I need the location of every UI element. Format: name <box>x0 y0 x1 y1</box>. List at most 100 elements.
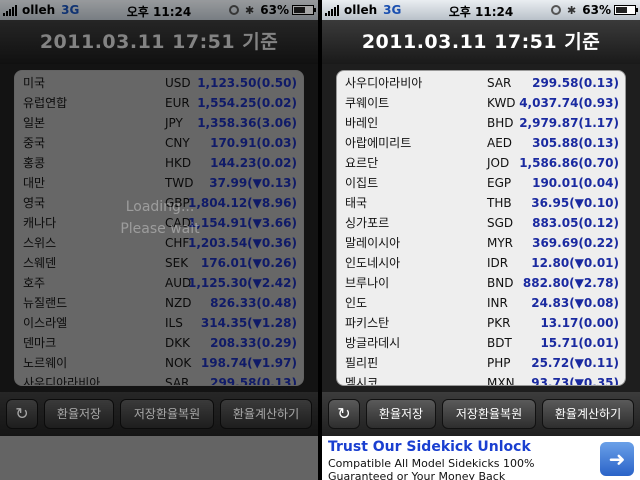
exchange-rate: 314.35(▼1.28) <box>200 316 297 330</box>
save-rate-button[interactable]: 환율저장 <box>366 399 436 429</box>
country-name: 바레인 <box>345 116 379 130</box>
rate-row[interactable]: 미국 USD 1,123.50(0.50) <box>15 73 303 93</box>
rate-row[interactable]: 요르단 JOD 1,586.86(0.70) <box>337 153 625 173</box>
rate-row[interactable]: 말레이시아 MYR 369.69(0.22) <box>337 233 625 253</box>
exchange-rate: 1,123.50(0.50) <box>197 76 297 90</box>
page-title: 2011.03.11 17:51 기준 <box>322 20 640 64</box>
refresh-button[interactable]: ↻ <box>328 399 360 429</box>
rate-row[interactable]: 파키스탄 PKR 13.17(0.00) <box>337 313 625 333</box>
rate-row[interactable]: 아랍에미리트 AED 305.88(0.13) <box>337 133 625 153</box>
exchange-rate: 882.80(▼2.78) <box>522 276 619 290</box>
exchange-rate: 299.58(0.13) <box>532 76 619 90</box>
currency-code: IDR <box>487 256 509 270</box>
currency-code: AED <box>487 136 513 150</box>
currency-code: BDT <box>487 336 512 350</box>
currency-code: SAR <box>487 76 512 90</box>
rate-list[interactable]: 사우디아라비아 SAR 299.58(0.13) 쿠웨이트 KWD 4,037.74(0.… <box>336 70 626 386</box>
rate-row[interactable]: 덴마크 DKK 208.33(0.29) <box>15 333 303 353</box>
calculate-rate-button[interactable]: 환율계산하기 <box>542 399 634 429</box>
country-name: 미국 <box>23 76 46 90</box>
battery-icon <box>614 5 638 15</box>
ad-open-button[interactable]: ➜ <box>600 442 634 476</box>
country-name: 태국 <box>345 196 368 210</box>
battery-fill <box>294 7 305 13</box>
country-name: 대만 <box>23 176 46 190</box>
country-name: 스위스 <box>23 236 57 250</box>
exchange-rate: 13.17(0.00) <box>540 316 619 330</box>
exchange-rate: 12.80(▼0.01) <box>531 256 619 270</box>
ad-placeholder <box>0 436 318 480</box>
calculate-rate-button[interactable]: 환율계산하기 <box>220 399 312 429</box>
rate-row[interactable]: 일본 JPY 1,358.36(3.06) <box>15 113 303 133</box>
country-name: 뉴질랜드 <box>23 296 68 310</box>
rate-row[interactable]: 중국 CNY 170.91(0.03) <box>15 133 303 153</box>
currency-code: JPY <box>165 116 183 130</box>
currency-code: INR <box>487 296 508 310</box>
exchange-rate: 15.71(0.01) <box>540 336 619 350</box>
country-name: 노르웨이 <box>23 356 68 370</box>
country-name: 중국 <box>23 136 46 150</box>
rate-row[interactable]: 홍콩 HKD 144.23(0.02) <box>15 153 303 173</box>
country-name: 이스라엘 <box>23 316 68 330</box>
rate-row[interactable]: 이집트 EGP 190.01(0.04) <box>337 173 625 193</box>
bluetooth-icon: ✱ <box>245 3 255 17</box>
rate-row[interactable]: 사우디아라비아 SAR 299.58(0.13) <box>15 373 303 386</box>
rate-row[interactable]: 대만 TWD 37.99(▼0.13) <box>15 173 303 193</box>
rate-row[interactable]: 쿠웨이트 KWD 4,037.74(0.93) <box>337 93 625 113</box>
rotation-lock-icon <box>551 5 562 15</box>
rate-row[interactable]: 사우디아라비아 SAR 299.58(0.13) <box>337 73 625 93</box>
rate-row[interactable]: 유럽연합 EUR 1,554.25(0.02) <box>15 93 303 113</box>
exchange-rate: 93.73(▼0.35) <box>531 376 619 386</box>
rate-row[interactable]: 싱가포르 SGD 883.05(0.12) <box>337 213 625 233</box>
exchange-rate: 25.72(▼0.11) <box>531 356 619 370</box>
currency-code: PKR <box>487 316 511 330</box>
currency-code: ILS <box>165 316 183 330</box>
rate-row[interactable]: 호주 AUD 1,125.30(▼2.42) <box>15 273 303 293</box>
country-name: 캐나다 <box>23 216 57 230</box>
currency-code: CNY <box>165 136 190 150</box>
restore-rate-button[interactable]: 저장환율복원 <box>442 399 536 429</box>
exchange-rate: 2,979.87(1.17) <box>519 116 619 130</box>
rate-row[interactable]: 인도네시아 IDR 12.80(▼0.01) <box>337 253 625 273</box>
country-name: 영국 <box>23 196 46 210</box>
currency-code: PHP <box>487 356 511 370</box>
refresh-icon: ↻ <box>337 404 351 423</box>
country-name: 인도네시아 <box>345 256 401 270</box>
exchange-rate: 299.58(0.13) <box>210 376 297 386</box>
rate-row[interactable]: 뉴질랜드 NZD 826.33(0.48) <box>15 293 303 313</box>
restore-rate-button[interactable]: 저장환율복원 <box>120 399 214 429</box>
ad-banner[interactable]: Trust Our Sidekick Unlock Compatible All… <box>322 436 640 480</box>
rate-row[interactable]: 노르웨이 NOK 198.74(▼1.97) <box>15 353 303 373</box>
rate-row[interactable]: 멕시코 MXN 93.73(▼0.35) <box>337 373 625 386</box>
refresh-button[interactable]: ↻ <box>6 399 38 429</box>
currency-code: HKD <box>165 156 192 170</box>
battery-icon <box>292 5 316 15</box>
rate-row[interactable]: 인도 INR 24.83(▼0.08) <box>337 293 625 313</box>
rate-row[interactable]: 브루나이 BND 882.80(▼2.78) <box>337 273 625 293</box>
ad-title[interactable]: Trust Our Sidekick Unlock <box>328 439 531 455</box>
exchange-rate: 369.69(0.22) <box>532 236 619 250</box>
rate-row[interactable]: 필리핀 PHP 25.72(▼0.11) <box>337 353 625 373</box>
rate-row[interactable]: 방글라데시 BDT 15.71(0.01) <box>337 333 625 353</box>
currency-code: SEK <box>165 256 189 270</box>
rate-row[interactable]: 이스라엘 ILS 314.35(▼1.28) <box>15 313 303 333</box>
exchange-rate: 1,358.36(3.06) <box>197 116 297 130</box>
bottom-toolbar: ↻ 환율저장 저장환율복원 환율계산하기 <box>322 392 640 436</box>
ad-description: Compatible All Model Sidekicks 100% Guar… <box>328 457 535 480</box>
rate-row[interactable]: 태국 THB 36.95(▼0.10) <box>337 193 625 213</box>
exchange-rate: 1,586.86(0.70) <box>519 156 619 170</box>
country-name: 스웨덴 <box>23 256 57 270</box>
exchange-rate: 4,037.74(0.93) <box>519 96 619 110</box>
exchange-rate: 37.99(▼0.13) <box>209 176 297 190</box>
battery-percent: 63% <box>260 3 289 17</box>
country-name: 필리핀 <box>345 356 379 370</box>
rate-row[interactable]: 바레인 BHD 2,979.87(1.17) <box>337 113 625 133</box>
country-name: 말레이시아 <box>345 236 401 250</box>
rate-row[interactable]: 스웨덴 SEK 176.01(▼0.26) <box>15 253 303 273</box>
save-rate-button[interactable]: 환율저장 <box>44 399 114 429</box>
country-name: 사우디아라비아 <box>23 376 101 386</box>
rotation-lock-icon <box>229 5 240 15</box>
refresh-icon: ↻ <box>15 404 29 423</box>
exchange-rate: 36.95(▼0.10) <box>531 196 619 210</box>
exchange-rate: 190.01(0.04) <box>532 176 619 190</box>
